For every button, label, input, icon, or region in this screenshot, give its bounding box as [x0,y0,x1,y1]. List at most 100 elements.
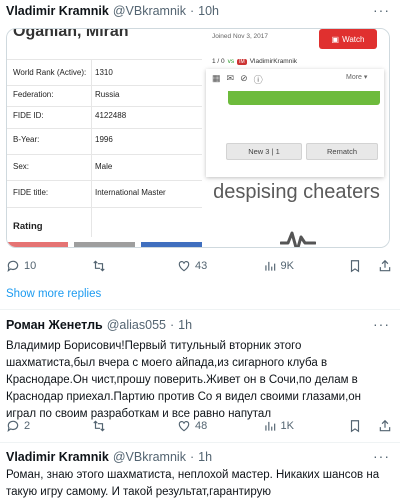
separator-dot: · [170,318,175,332]
divider [0,309,400,310]
views-icon [264,261,275,271]
more-options-icon[interactable]: ··· [373,2,390,18]
profile-label: FIDE ID: [13,111,44,120]
rating-heading: Rating [13,221,43,232]
author-name[interactable]: Vladimir Kramnik [6,4,109,18]
profile-value: International Master [95,188,166,197]
author-name[interactable]: Vladimir Kramnik [6,450,109,464]
profile-label: World Rank (Active): [13,68,87,77]
share-icon[interactable] [378,259,392,273]
tweet-actions: 10 43 9K [6,258,392,274]
tweet-header: Vladimir Kramnik @VBkramnik · 1h [6,448,212,466]
fide-profile-panel: Oganian, Miran World Rank (Active): 1310… [7,28,202,247]
popup-icons: ▦ ✉ ⊘ ⓘ [212,73,263,86]
tweet-actions: 2 48 1K [6,418,392,434]
separator-dot: · [189,4,195,18]
profile-value: Male [95,162,113,171]
watch-label: Watch [342,34,365,44]
reply-count: 10 [24,260,37,272]
tweet-text: Роман, знаю этого шахматиста, неплохой м… [6,469,380,498]
row-divider [7,59,202,60]
board-strip [228,91,380,105]
share-icon[interactable] [378,419,392,433]
rating-tabs [7,242,202,247]
divider [0,442,400,443]
author-handle[interactable]: @VBkramnik [113,4,186,18]
row-divider [7,106,202,107]
profile-label: Sex: [13,162,30,171]
view-count: 1K [280,420,294,432]
reply-count: 2 [24,420,31,432]
tv-icon: ▣ [331,34,340,44]
reply-button[interactable]: 2 [6,419,46,433]
joined-date: Joined Nov 3, 2017 [212,33,269,40]
views-button[interactable]: 1K [263,419,303,433]
tweet-text: Владимир Борисович!Первый титульный втор… [6,340,362,420]
separator-dot: · [189,450,195,464]
bookmark-icon[interactable] [348,259,362,273]
tweet-extra-actions [348,259,392,273]
show-more-replies[interactable]: Show more replies [6,288,101,300]
profile-value: 4122488 [95,111,127,120]
watch-button: ▣ Watch [319,29,377,49]
game-panel: Joined Nov 3, 2017 ▣ Watch 1 / 0 vs IM V… [202,29,389,247]
bookmark-icon[interactable] [348,419,362,433]
new-game-button: New 3 | 1 [226,143,302,160]
activity-icon [280,231,316,247]
retweet-icon [92,260,105,272]
row-divider [7,180,202,181]
views-button[interactable]: 9K [263,259,303,273]
block-icon: ⊘ [240,73,248,83]
game-popup: ▦ ✉ ⊘ ⓘ More ▾ New 3 | 1 Rematch [206,69,384,177]
tweet-time[interactable]: 1h [178,318,192,332]
profile-label: B-Year: [13,135,40,144]
opponent-name: VladimirKramnik [249,58,298,65]
like-button[interactable]: 43 [177,259,217,273]
tweet-header: Vladimir Kramnik @VBkramnik · 10h [6,2,219,20]
popup-more: More ▾ [346,74,368,81]
author-handle[interactable]: @VBkramnik [113,450,186,464]
view-count: 9K [280,260,294,272]
reply-icon [7,260,19,273]
row-divider [7,154,202,155]
vs-label: vs [227,58,235,65]
tweet-time[interactable]: 1h [198,450,212,464]
author-handle[interactable]: @alias055 [107,318,166,332]
like-count: 48 [195,420,208,432]
tweet-extra-actions [348,419,392,433]
profile-value: Russia [95,90,120,99]
rating-tab-rapid [74,242,135,247]
profile-value: 1310 [95,68,113,77]
rating-tab-standard [7,242,68,247]
author-name[interactable]: Роман Женетль [6,318,103,332]
more-options-icon[interactable]: ··· [373,448,390,464]
reply-icon [7,420,19,433]
retweet-button[interactable] [92,419,132,433]
tweet-media[interactable]: Oganian, Miran World Rank (Active): 1310… [6,28,390,248]
views-icon [264,421,275,431]
retweet-button[interactable] [92,259,132,273]
player-name: Oganian, Miran [13,28,129,40]
rematch-button: Rematch [306,143,378,160]
like-button[interactable]: 48 [177,419,217,433]
profile-value: 1996 [95,135,113,144]
mail-icon: ✉ [226,73,235,83]
reply-button[interactable]: 10 [6,259,46,273]
info-icon: ⓘ [253,75,263,85]
board-icon: ▦ [212,73,221,83]
media-caption: despising cheaters [213,181,380,203]
score: 1 / 0 [212,58,225,65]
heart-icon [178,421,190,432]
row-divider [7,207,202,208]
tweet-time[interactable]: 10h [198,4,219,18]
like-count: 43 [195,260,208,272]
tweet-header: Роман Женетль @alias055 · 1h [6,316,192,334]
score-line: 1 / 0 vs IM VladimirKramnik [212,58,297,65]
profile-label: FIDE title: [13,188,49,197]
title-badge: IM [237,58,247,65]
heart-icon [178,261,190,272]
rating-tab-blitz [141,242,202,247]
more-options-icon[interactable]: ··· [373,316,390,332]
row-divider [7,128,202,129]
profile-label: Federation: [13,90,54,99]
